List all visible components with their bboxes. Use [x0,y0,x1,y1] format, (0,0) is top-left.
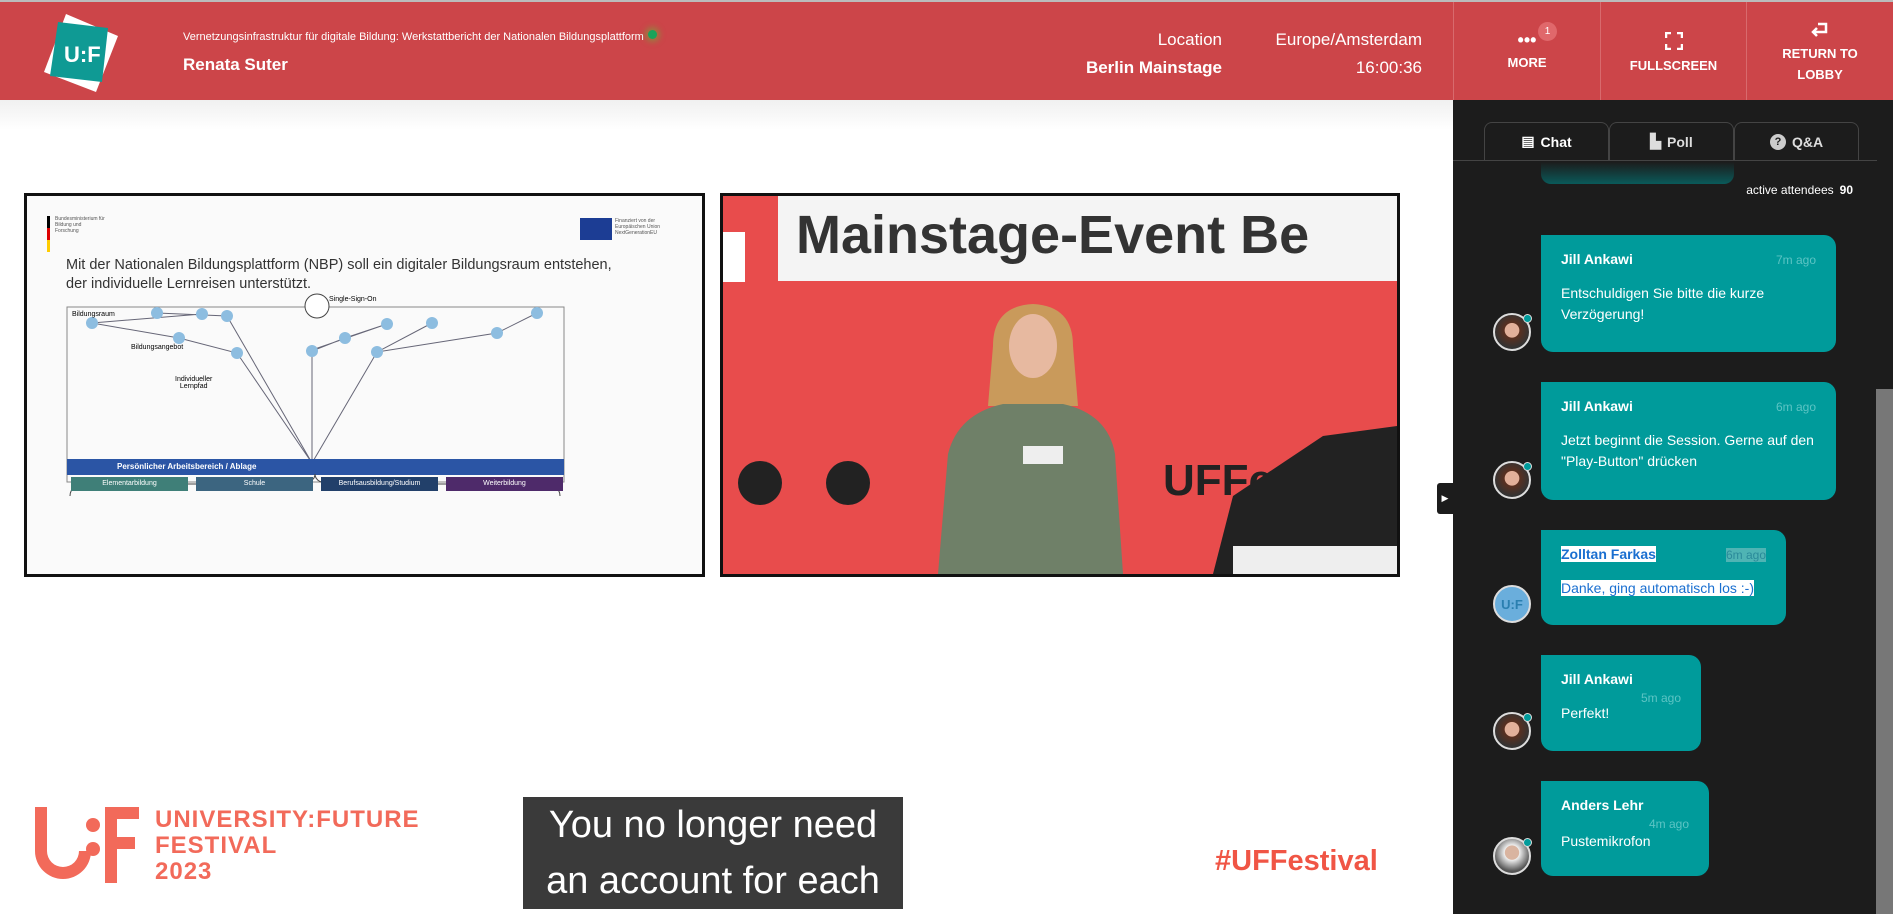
festival-logo: UNIVERSITY:FUTURE FESTIVAL 2023 [33,807,420,885]
fullscreen-icon [1664,31,1683,50]
chat-sidebar: ▤ Chat ▙ Poll ? Q&A active attendees 90 Jill… [1453,100,1893,914]
top-bar: U:F Vernetzungsinfrastruktur für digital… [0,0,1893,102]
path-label-2: Lernpfad [179,383,208,390]
message-author: Zolltan Farkas [1561,546,1656,562]
brand-line-1: UNIVERSITY:FUTURE [155,806,420,833]
speaker-video[interactable]: Mainstage-Event Be UFFest [720,193,1400,577]
tab-poll-label: Poll [1667,133,1693,150]
chat-icon: ▤ [1521,133,1535,149]
online-indicator [1523,314,1532,323]
chat-message: Jill Ankawi 5m ago Perfekt! [1541,655,1701,751]
clock: 16:00:36 [1355,58,1422,77]
category-elementarbildung: Elementarbildung [71,477,188,491]
caption-box: You no longer need an account for each [523,797,903,909]
tab-chat-label: Chat [1540,133,1572,150]
previous-message-fade [1541,162,1734,184]
brand-line-2: FESTIVAL [155,832,278,859]
session-title: Vernetzungsinfrastruktur für digitale Bi… [183,30,657,43]
timezone: Europe/Amsterdam [1275,30,1422,49]
timezone-info: Europe/Amsterdam 16:00:36 [1276,30,1422,78]
message-time: 6m ago [1725,548,1766,562]
more-icon: ••• [1517,29,1537,50]
online-indicator [1523,462,1532,471]
active-attendees: active attendees 90 [1746,183,1853,197]
tab-qa[interactable]: ? Q&A [1734,122,1859,160]
live-indicator-icon [647,30,657,39]
message-time: 5m ago [1640,691,1681,705]
online-indicator [1523,838,1532,847]
bar-chart-icon: ▙ [1650,133,1662,149]
uf-brand-mark [35,807,139,883]
location-info: Location Berlin Mainstage [1086,30,1222,78]
chat-message: Jill Ankawi 6m ago Jetzt beginnt die Sessi… [1541,382,1836,500]
path-label: Individueller Lernpfad [175,376,212,390]
fullscreen-label: FULLSCREEN [1629,57,1718,73]
sso-icon [304,293,330,319]
message-time: 6m ago [1775,400,1816,414]
speaker-figure [938,304,1397,574]
sidebar-tabs: ▤ Chat ▙ Poll ? Q&A [1484,122,1859,160]
online-indicator [1523,713,1532,722]
category-berufsausbildung: Berufsausbildung/Studium [321,477,438,491]
tab-qa-label: Q&A [1791,133,1824,150]
message-author: Jill Ankawi [1561,251,1633,267]
message-text: Pustemikrofon [1561,833,1651,849]
message-author: Jill Ankawi [1561,398,1633,414]
chat-message: Anders Lehr 4m ago Pustemikrofon [1541,781,1709,876]
svg-text:U:F: U:F [64,42,101,67]
caption-line-2: an account for each [546,860,880,902]
category-weiterbildung: Weiterbildung [446,477,563,491]
message-text: Jetzt beginnt die Session. Gerne auf den… [1561,432,1814,469]
attendees-label: active attendees [1746,183,1834,197]
more-label: MORE [1507,54,1547,70]
avatar-uf-logo[interactable]: U:F [1493,585,1531,623]
speaker-name: Renata Suter [183,55,288,74]
return-label-1: RETURN TO [1782,46,1858,61]
workspace-bar: Persönlicher Arbeitsbereich / Ablage [117,462,257,471]
chat-message: Zolltan Farkas 6m ago Danke, ging automati… [1541,530,1786,625]
presentation-slide: Bundesministerium für Bildung und Forsch… [24,193,705,577]
collapse-sidebar-toggle[interactable]: ▶ [1437,483,1453,514]
chat-message: Jill Ankawi 7m ago Entschuldigen Sie bitte… [1541,235,1836,352]
message-text: Perfekt! [1561,705,1610,721]
sso-label: Single-Sign-On [329,296,377,303]
hashtag: #UFFestival [1215,845,1378,877]
return-icon [1811,22,1828,37]
location-value: Berlin Mainstage [1085,58,1222,77]
caption-line-1: You no longer need [548,804,878,846]
location-label: Location [1157,30,1222,49]
message-time: 7m ago [1775,253,1816,267]
fullscreen-button[interactable]: FULLSCREEN [1600,2,1746,102]
message-author: Jill Ankawi [1561,671,1633,687]
path-label-1: Individueller [175,376,213,383]
return-label-2: LOBBY [1797,67,1843,82]
question-icon: ? [1769,133,1786,150]
category-schule: Schule [196,477,313,491]
tab-chat[interactable]: ▤ Chat [1484,122,1609,160]
message-text: Entschuldigen Sie bitte die kurze Verzög… [1561,285,1765,322]
more-button[interactable]: ••• 1 MORE [1453,2,1600,102]
caret-right-icon: ▶ [1441,493,1449,503]
category-row: Elementarbildung Schule Berufsausbildung… [71,477,563,491]
space-label: Bildungsraum [72,311,115,318]
chat-scrollbar[interactable] [1876,389,1893,914]
message-time: 4m ago [1648,817,1689,831]
tab-poll[interactable]: ▙ Poll [1609,122,1734,160]
attendees-count: 90 [1839,183,1853,197]
return-to-lobby-button[interactable]: RETURN TO LOBBY [1746,2,1893,102]
uf-logo: U:F [44,14,118,92]
session-title-text: Vernetzungsinfrastruktur für digitale Bi… [183,31,644,43]
message-text: Danke, ging automatisch los :-) [1561,580,1754,596]
message-author: Anders Lehr [1561,797,1644,813]
network-diagram [66,293,565,497]
brand-line-3: 2023 [155,858,213,885]
notification-badge: 1 [1538,22,1557,41]
offer-label: Bildungsangebot [131,344,184,351]
